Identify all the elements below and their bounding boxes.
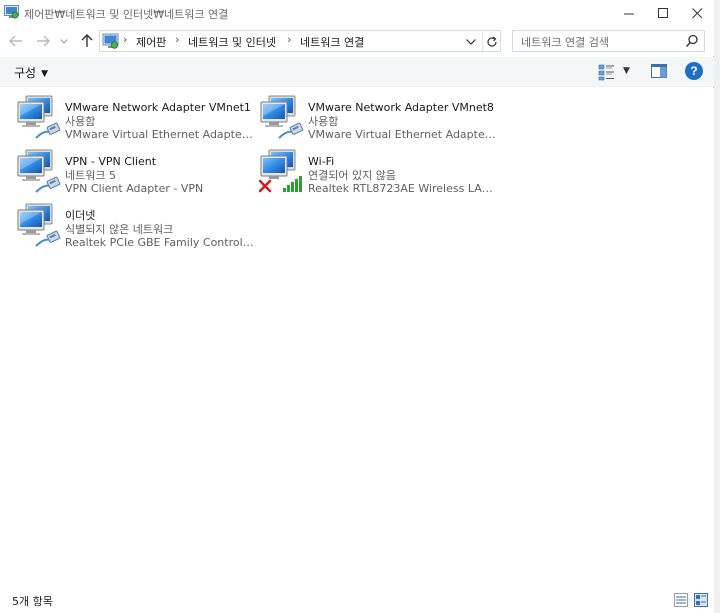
connections-list: VMware Network Adapter VMnet1 사용함 VMware…: [0, 88, 714, 588]
maximize-button[interactable]: [646, 0, 680, 26]
connection-status: 사용함: [308, 114, 339, 128]
connection-details: Wi-Fi 연결되어 있지 않음 Realtek RTL8723AE Wirel…: [308, 155, 498, 196]
minimize-button[interactable]: [612, 0, 646, 26]
forward-button[interactable]: [34, 32, 52, 50]
connection-device: VMware Virtual Ethernet Adapter fo...: [308, 128, 498, 141]
breadcrumb-separator[interactable]: ›: [123, 33, 127, 46]
close-button[interactable]: [680, 0, 714, 26]
control-panel-icon: [102, 33, 119, 49]
connection-item-vpn[interactable]: VPN - VPN Client 네트워크 5 VPN Client Adapt…: [16, 148, 256, 198]
breadcrumb-separator[interactable]: ›: [287, 33, 291, 46]
window-title: 제어판₩네트워크 및 인터넷₩네트워크 연결: [24, 8, 229, 21]
breadcrumb-separator[interactable]: ›: [175, 33, 179, 46]
connection-item-vmnet8[interactable]: VMware Network Adapter VMnet8 사용함 VMware…: [259, 94, 499, 144]
search-box[interactable]: 네트워크 연결 검색: [512, 30, 705, 52]
minimize-icon: [623, 13, 634, 14]
wifi-adapter-disconnected-icon: [259, 149, 302, 193]
details-view-icon[interactable]: [674, 593, 688, 607]
control-panel-icon: [4, 5, 19, 19]
change-view-icon[interactable]: [598, 63, 616, 81]
connection-device: Realtek RTL8723AE Wireless LAN 80...: [308, 182, 498, 195]
connection-device: Realtek PCIe GBE Family Controller: [65, 236, 255, 249]
organize-label: 구성: [14, 66, 37, 80]
connection-device: VPN Client Adapter - VPN: [65, 182, 204, 195]
chevron-down-icon: [466, 39, 476, 45]
maximize-icon: [657, 7, 668, 18]
connection-item-wifi[interactable]: Wi-Fi 연결되어 있지 않음 Realtek RTL8723AE Wirel…: [259, 148, 499, 198]
connection-details: VPN - VPN Client 네트워크 5 VPN Client Adapt…: [65, 155, 255, 196]
connection-name: VMware Network Adapter VMnet1: [65, 101, 251, 114]
ethernet-adapter-icon: [259, 94, 305, 140]
up-button[interactable]: [78, 32, 96, 50]
arrow-left-icon: [9, 35, 22, 47]
caret-down-icon: ▼: [41, 69, 49, 79]
refresh-button[interactable]: [482, 33, 500, 51]
connection-device: VMware Virtual Ethernet Adapter fo...: [65, 128, 255, 141]
connection-status: 사용함: [65, 114, 96, 128]
connection-item-vmnet1[interactable]: VMware Network Adapter VMnet1 사용함 VMware…: [16, 94, 256, 144]
search-input[interactable]: 네트워크 연결 검색: [521, 34, 609, 50]
preview-pane-icon[interactable]: [651, 64, 667, 78]
breadcrumb-network-connections[interactable]: 네트워크 연결: [300, 34, 364, 50]
command-bar: 구성 ▼ ▼ ?: [0, 57, 714, 87]
connection-status: 연결되어 있지 않음: [308, 168, 396, 182]
view-options-caret-icon[interactable]: ▼: [623, 66, 630, 76]
chevron-down-icon: [60, 38, 68, 44]
background-window-edge: [714, 0, 720, 613]
close-icon: [691, 7, 702, 18]
recent-locations-button[interactable]: [58, 32, 70, 50]
connection-status: 네트워크 5: [65, 168, 116, 182]
network-connections-window: 제어판₩네트워크 및 인터넷₩네트워크 연결 › 제어판 › 네트워크 및 인터…: [0, 0, 714, 613]
arrow-right-icon: [37, 35, 50, 47]
refresh-icon: [486, 36, 497, 47]
address-bar[interactable]: › 제어판 › 네트워크 및 인터넷 › 네트워크 연결: [99, 30, 501, 52]
connection-name: 이더넷: [65, 209, 96, 222]
status-bar: 5개 항목: [0, 588, 714, 613]
connection-details: VMware Network Adapter VMnet8 사용함 VMware…: [308, 101, 498, 142]
connection-item-ethernet[interactable]: 이더넷 식별되지 않은 네트워크 Realtek PCIe GBE Family…: [16, 202, 256, 252]
search-icon[interactable]: [685, 34, 699, 48]
breadcrumb-network-and-internet[interactable]: 네트워크 및 인터넷: [188, 34, 276, 50]
connection-name: Wi-Fi: [308, 155, 335, 168]
connection-name: VPN - VPN Client: [65, 155, 157, 168]
connection-details: 이더넷 식별되지 않은 네트워크 Realtek PCIe GBE Family…: [65, 209, 255, 250]
ethernet-adapter-icon: [16, 202, 62, 248]
help-button[interactable]: ?: [685, 62, 703, 80]
back-button[interactable]: [7, 32, 25, 50]
large-icons-view-icon[interactable]: [694, 593, 708, 607]
item-count: 5개 항목: [12, 595, 53, 608]
organize-button[interactable]: 구성 ▼: [14, 64, 48, 81]
connection-details: VMware Network Adapter VMnet1 사용함 VMware…: [65, 101, 255, 142]
title-bar[interactable]: 제어판₩네트워크 및 인터넷₩네트워크 연결: [0, 0, 714, 26]
breadcrumb-control-panel[interactable]: 제어판: [136, 34, 166, 50]
ethernet-adapter-icon: [16, 94, 62, 140]
connection-status: 식별되지 않은 네트워크: [65, 222, 174, 236]
address-dropdown-button[interactable]: [464, 35, 478, 49]
arrow-up-icon: [81, 34, 93, 47]
ethernet-adapter-icon: [16, 148, 62, 194]
navigation-bar: › 제어판 › 네트워크 및 인터넷 › 네트워크 연결 네트워크 연결 검색: [0, 26, 714, 56]
connection-name: VMware Network Adapter VMnet8: [308, 101, 494, 114]
